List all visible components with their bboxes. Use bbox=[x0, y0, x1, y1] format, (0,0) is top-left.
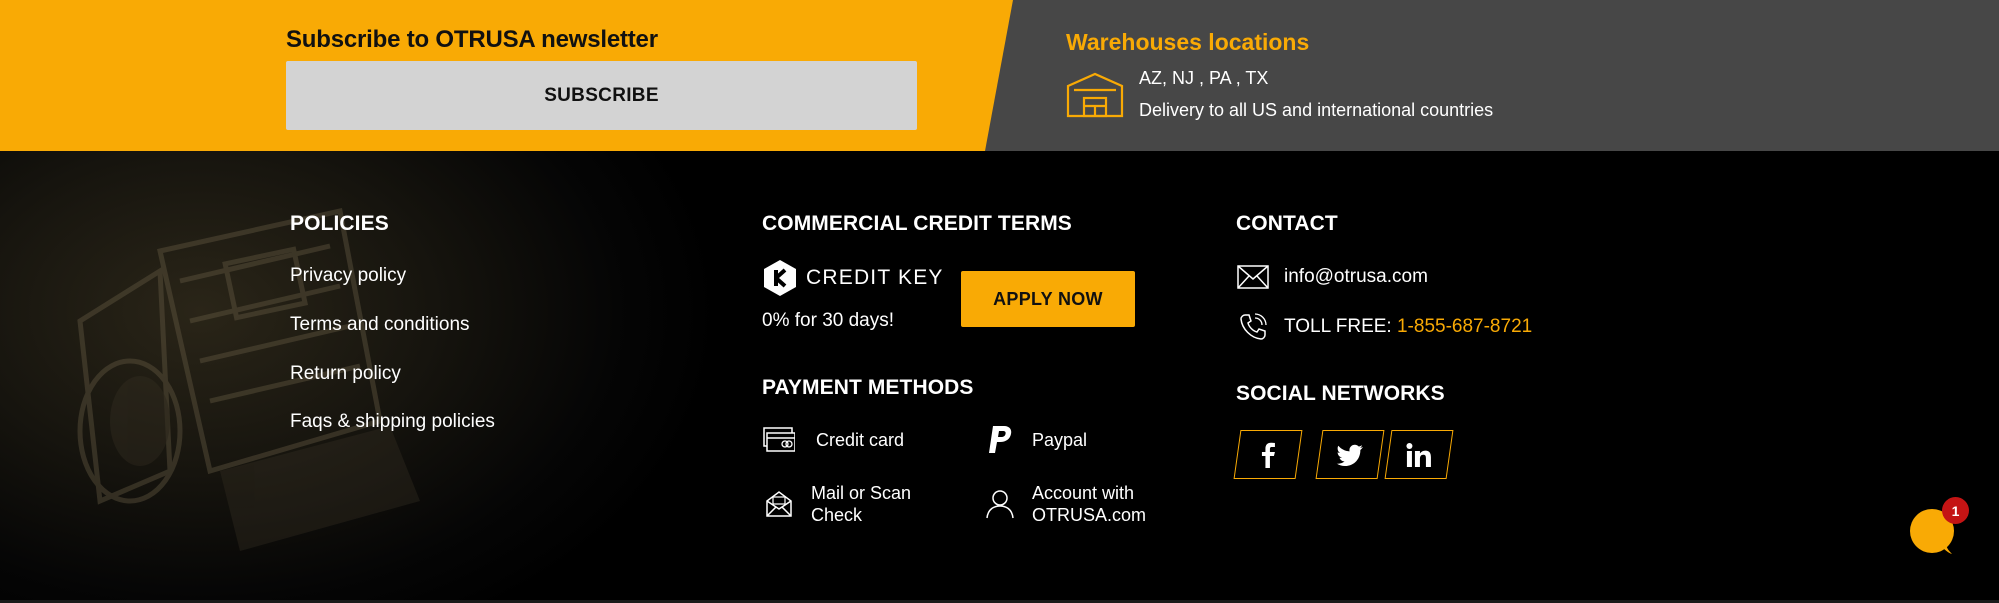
mail-check-label-line2: Check bbox=[811, 505, 863, 525]
apply-now-button[interactable]: APPLY NOW bbox=[961, 271, 1135, 327]
credit-card-label: Credit card bbox=[816, 430, 905, 450]
payment-method-credit-card: Credit card bbox=[763, 425, 904, 455]
mail-check-label-line1: Mail or Scan bbox=[811, 483, 912, 503]
twitter-icon bbox=[1336, 444, 1363, 466]
warehouse-delivery: Delivery to all US and international cou… bbox=[1139, 100, 1494, 120]
toll-free-phone[interactable]: 1-855-687-8721 bbox=[1397, 316, 1532, 337]
warehouse-icon bbox=[1066, 72, 1124, 118]
credit-key-logo-text: CREDIT KEY bbox=[806, 266, 944, 289]
warehouses-title: Warehouses locations bbox=[1066, 29, 1310, 55]
return-policy-link[interactable]: Return policy bbox=[290, 363, 401, 385]
privacy-policy-link[interactable]: Privacy policy bbox=[290, 265, 406, 287]
facebook-icon bbox=[1262, 442, 1275, 468]
warehouse-states: AZ, NJ , PA , TX bbox=[1139, 68, 1269, 88]
credit-card-icon bbox=[763, 425, 795, 455]
twitter-link[interactable] bbox=[1315, 430, 1385, 479]
payment-method-mail-check: Mail or Scan Check bbox=[763, 482, 911, 526]
credit-key-logo: CREDIT KEY bbox=[762, 259, 944, 297]
newsletter-title: Subscribe to OTRUSA newsletter bbox=[286, 26, 658, 53]
linkedin-link[interactable] bbox=[1384, 430, 1454, 479]
faqs-shipping-link[interactable]: Faqs & shipping policies bbox=[290, 411, 495, 433]
paypal-label: Paypal bbox=[1032, 430, 1088, 450]
footer-root: Subscribe to OTRUSA newsletter SUBSCRIBE… bbox=[0, 0, 1999, 603]
toll-free-text: TOLL FREE: 1-855-687-8721 bbox=[1284, 316, 1532, 338]
linkedin-icon bbox=[1406, 442, 1431, 467]
account-label-line1: Account with bbox=[1032, 483, 1135, 503]
policies-title: POLICIES bbox=[290, 212, 389, 235]
top-band: Subscribe to OTRUSA newsletter SUBSCRIBE… bbox=[0, 0, 1999, 151]
payment-methods-title: PAYMENT METHODS bbox=[762, 376, 974, 399]
social-networks-title: SOCIAL NETWORKS bbox=[1236, 382, 1445, 405]
terms-conditions-link[interactable]: Terms and conditions bbox=[290, 314, 470, 336]
facebook-link[interactable] bbox=[1233, 430, 1303, 479]
credit-offer-text: 0% for 30 days! bbox=[762, 310, 895, 331]
account-label: Account with OTRUSA.com bbox=[1032, 482, 1146, 526]
contact-email[interactable]: info@otrusa.com bbox=[1284, 266, 1428, 288]
contact-email-row[interactable]: info@otrusa.com bbox=[1236, 262, 1428, 292]
mail-check-label: Mail or Scan Check bbox=[811, 482, 911, 526]
envelope-icon bbox=[1236, 262, 1270, 292]
chat-notification-badge: 1 bbox=[1942, 497, 1969, 524]
mail-check-icon bbox=[763, 489, 795, 519]
contact-title: CONTACT bbox=[1236, 212, 1338, 235]
account-label-line2: OTRUSA.com bbox=[1032, 505, 1147, 525]
payment-method-paypal: Paypal bbox=[984, 425, 1087, 455]
payment-method-account: Account with OTRUSA.com bbox=[984, 482, 1146, 526]
credit-key-icon bbox=[764, 260, 796, 296]
credit-terms-title: COMMERCIAL CREDIT TERMS bbox=[762, 212, 1072, 235]
subscribe-button[interactable]: SUBSCRIBE bbox=[286, 61, 917, 130]
toll-free-label: TOLL FREE: bbox=[1284, 316, 1397, 337]
paypal-icon bbox=[984, 425, 1016, 455]
contact-phone-row[interactable]: TOLL FREE: 1-855-687-8721 bbox=[1236, 312, 1532, 342]
user-account-icon bbox=[984, 489, 1016, 519]
phone-icon bbox=[1236, 312, 1270, 342]
